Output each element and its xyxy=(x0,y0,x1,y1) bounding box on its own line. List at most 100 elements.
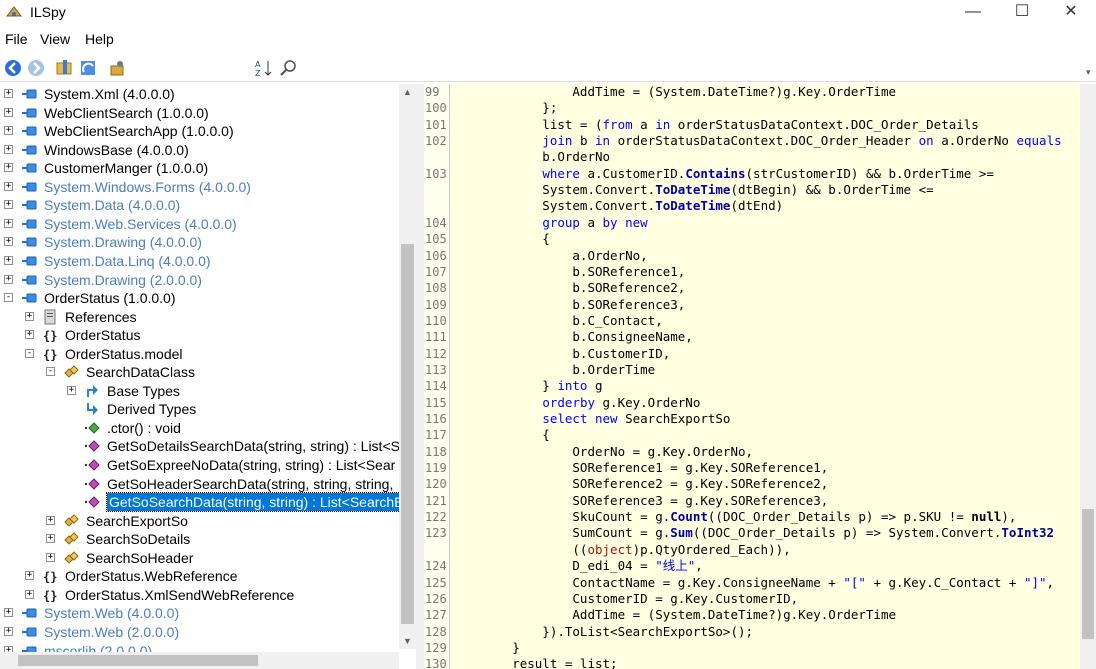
expand-icon[interactable]: + xyxy=(4,274,13,284)
tree-item[interactable]: .ctor() : void xyxy=(0,419,399,438)
expand-icon[interactable]: + xyxy=(25,311,34,321)
expand-icon[interactable]: + xyxy=(25,589,34,599)
close-button[interactable]: ✕ xyxy=(1048,0,1094,26)
scroll-thumb[interactable] xyxy=(401,244,414,624)
tree-item[interactable]: + SearchExportSo xyxy=(0,512,399,531)
line-number: 115 xyxy=(425,395,447,410)
code-line: { xyxy=(452,427,550,443)
tree-horizontal-scrollbar[interactable] xyxy=(0,652,399,669)
tree-item[interactable]: + SearchSoDetails xyxy=(0,530,399,549)
scroll-up-icon[interactable]: ▲ xyxy=(403,87,412,97)
menu-file[interactable]: File xyxy=(5,31,28,47)
code-line: { xyxy=(452,231,550,247)
line-number: 109 xyxy=(425,297,447,312)
tree-item[interactable]: + {} OrderStatus xyxy=(0,326,399,345)
code-vertical-scrollbar[interactable] xyxy=(1080,84,1096,669)
base-types-icon xyxy=(84,383,100,399)
expand-icon[interactable]: + xyxy=(67,385,76,395)
open-file-icon[interactable] xyxy=(55,58,75,78)
tree-item[interactable]: + WebClientSearch (1.0.0.0) xyxy=(0,104,399,123)
tree-item[interactable]: + System.Windows.Forms (4.0.0.0) xyxy=(0,178,399,197)
panel-splitter[interactable] xyxy=(416,84,424,669)
minimize-button[interactable]: — xyxy=(950,0,996,26)
manage-assemblies-icon[interactable] xyxy=(108,58,128,78)
toolbar-overflow-icon[interactable]: ▾ xyxy=(1086,67,1091,78)
tree-item[interactable]: + System.Drawing (4.0.0.0) xyxy=(0,233,399,252)
scroll-down-icon[interactable]: ▼ xyxy=(403,636,412,646)
line-number: 101 xyxy=(425,117,447,132)
code-line: ((object)p.QtyOrdered_Each)), xyxy=(452,541,791,557)
expand-icon[interactable]: + xyxy=(25,571,34,581)
tree-item[interactable]: Derived Types xyxy=(0,400,399,419)
svg-text:{}: {} xyxy=(43,329,57,343)
line-number: 99 xyxy=(425,85,440,99)
expand-icon[interactable]: + xyxy=(4,200,13,210)
code-line: SOReference3 = g.Key.SOReference3, xyxy=(452,492,829,508)
tree-item[interactable]: -{} OrderStatus.model xyxy=(0,345,399,364)
reload-icon[interactable] xyxy=(79,58,99,78)
tree-item[interactable]: + {} OrderStatus.XmlSendWebReference xyxy=(0,586,399,605)
line-number: 103 xyxy=(425,166,447,181)
tree-item[interactable]: + WebClientSearchApp (1.0.0.0) xyxy=(0,122,399,141)
code-line: D_edi_04 = "线上", xyxy=(452,558,703,574)
assembly-icon xyxy=(21,142,37,158)
tree-item[interactable]: + Base Types xyxy=(0,382,399,401)
tree-item[interactable]: + {} OrderStatus.WebReference xyxy=(0,567,399,586)
expand-icon[interactable]: + xyxy=(4,237,13,247)
expand-icon[interactable]: + xyxy=(4,126,13,136)
expand-icon[interactable]: + xyxy=(46,515,55,525)
expand-icon[interactable]: + xyxy=(4,144,13,154)
expand-icon[interactable]: + xyxy=(4,181,13,191)
tree-item-label: System.Drawing (4.0.0.0) xyxy=(44,234,202,251)
tree-item[interactable]: + References xyxy=(0,308,399,327)
tree-item-label: System.Web.Services (4.0.0.0) xyxy=(44,215,237,232)
collapse-icon[interactable]: - xyxy=(25,348,34,358)
tree-item-label: GetSoExpreeNoData(string, string) : List… xyxy=(107,457,396,473)
tree-item[interactable]: + System.Drawing (2.0.0.0) xyxy=(0,271,399,290)
tree-item[interactable]: + System.Web (4.0.0.0) xyxy=(0,604,399,623)
line-number: 112 xyxy=(425,346,447,361)
tree-item[interactable]: + System.Xml (4.0.0.0) xyxy=(0,85,399,104)
tree-item[interactable]: + System.Data (4.0.0.0) xyxy=(0,196,399,215)
tree-item[interactable]: - OrderStatus (1.0.0.0) xyxy=(0,289,399,308)
assembly-icon xyxy=(21,216,37,232)
tree-item[interactable]: + System.Web.Services (4.0.0.0) xyxy=(0,215,399,234)
scroll-thumb[interactable] xyxy=(1082,509,1094,639)
tree-item[interactable]: + System.Data.Linq (4.0.0.0) xyxy=(0,252,399,271)
expand-icon[interactable]: + xyxy=(4,608,13,618)
maximize-button[interactable]: ☐ xyxy=(999,0,1045,26)
tree-item[interactable]: + SearchSoHeader xyxy=(0,549,399,568)
tree-item[interactable]: GetSoDetailsSearchData(string, string) :… xyxy=(0,437,400,456)
derived-types-icon xyxy=(84,401,100,417)
expand-icon[interactable]: + xyxy=(4,107,13,117)
search-icon[interactable] xyxy=(279,58,299,78)
expand-icon[interactable]: + xyxy=(4,89,13,98)
expand-icon[interactable]: + xyxy=(4,255,13,265)
tree-item[interactable]: GetSoSearchData(string, string) : List<S… xyxy=(0,492,407,513)
expand-icon[interactable]: + xyxy=(4,218,13,228)
tree-item[interactable]: GetSoHeaderSearchData(string, string, st… xyxy=(0,475,399,494)
collapse-icon[interactable]: - xyxy=(4,293,13,303)
tree-item[interactable]: + System.Web (2.0.0.0) xyxy=(0,623,399,642)
tree-item-label: System.Drawing (2.0.0.0) xyxy=(44,271,202,288)
tree-item[interactable]: + WindowsBase (4.0.0.0) xyxy=(0,141,399,160)
forward-icon[interactable] xyxy=(26,58,46,78)
scroll-thumb[interactable] xyxy=(18,655,258,666)
line-number: 105 xyxy=(425,232,447,247)
expand-icon[interactable]: + xyxy=(25,330,34,340)
menu-help[interactable]: Help xyxy=(85,31,114,47)
back-icon[interactable] xyxy=(3,58,23,78)
expand-icon[interactable]: + xyxy=(46,552,55,562)
expand-icon[interactable]: + xyxy=(4,626,13,636)
expand-icon[interactable]: + xyxy=(4,163,13,173)
code-view[interactable]: 99 AddTime = (System.DateTime?)g.Key.Ord… xyxy=(424,84,1080,669)
expand-icon[interactable]: + xyxy=(46,534,55,544)
collapse-icon[interactable]: - xyxy=(46,367,55,377)
tree-vertical-scrollbar[interactable]: ▲ ▼ xyxy=(399,84,416,649)
tree-item[interactable]: GetSoExpreeNoData(string, string) : List… xyxy=(0,456,399,475)
tree-item[interactable]: + CustomerManger (1.0.0.0) xyxy=(0,159,399,178)
menu-view[interactable]: View xyxy=(40,31,70,47)
tree-item[interactable]: - SearchDataClass xyxy=(0,363,399,382)
tree-item-label: SearchExportSo xyxy=(86,512,188,529)
sort-icon[interactable]: AZ xyxy=(254,58,274,78)
